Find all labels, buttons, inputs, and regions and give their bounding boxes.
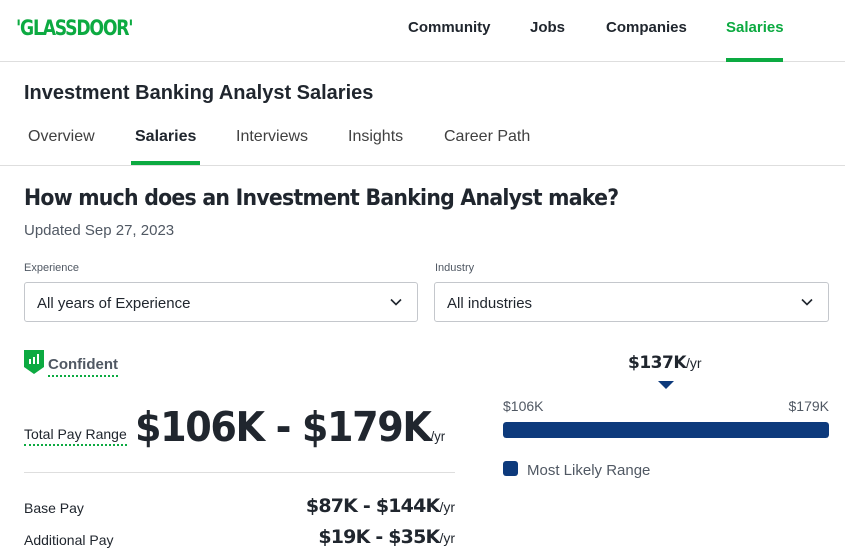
tab-career-path[interactable]: Career Path xyxy=(444,128,530,146)
confidence-label[interactable]: Confident xyxy=(48,356,118,377)
industry-select[interactable]: All industries xyxy=(434,282,829,322)
industry-value: All industries xyxy=(447,295,533,312)
job-subheader: Investment Banking Analyst Salaries Over… xyxy=(0,62,845,166)
median-marker-triangle xyxy=(658,381,674,389)
experience-value: All years of Experience xyxy=(37,295,191,312)
range-min-label: $106K xyxy=(503,398,544,414)
tab-interviews[interactable]: Interviews xyxy=(236,128,308,146)
divider xyxy=(24,472,455,473)
chevron-down-icon xyxy=(801,298,813,306)
nav-jobs[interactable]: Jobs xyxy=(530,19,565,36)
base-pay-value: $87K - $144K/yr xyxy=(306,495,455,517)
additional-pay-label: Additional Pay xyxy=(24,532,114,548)
industry-label: Industry xyxy=(435,262,475,274)
top-navigation-bar: 'GLASSDOOR' Community Jobs Companies Sal… xyxy=(0,0,845,62)
experience-select[interactable]: All years of Experience xyxy=(24,282,418,322)
per-year-unit: /yr xyxy=(686,355,702,371)
pay-range-bar xyxy=(503,422,829,438)
nav-community[interactable]: Community xyxy=(408,19,491,36)
base-pay-label: Base Pay xyxy=(24,500,84,516)
per-year-unit: /yr xyxy=(439,499,455,515)
legend-label: Most Likely Range xyxy=(527,462,651,479)
base-pay-amount: $87K - $144K xyxy=(305,495,440,517)
most-likely-range-fill xyxy=(503,422,829,438)
per-year-unit: /yr xyxy=(439,530,455,546)
tab-overview[interactable]: Overview xyxy=(28,128,95,146)
bar-chart-shield-icon xyxy=(24,350,44,374)
chevron-down-icon xyxy=(390,298,402,306)
additional-pay-amount: $19K - $35K xyxy=(318,526,440,548)
updated-date: Updated Sep 27, 2023 xyxy=(24,222,175,239)
legend-swatch xyxy=(503,461,518,476)
glassdoor-logo[interactable]: 'GLASSDOOR' xyxy=(16,16,134,40)
salary-question-heading: How much does an Investment Banking Anal… xyxy=(24,186,619,211)
active-tab-indicator xyxy=(131,161,200,165)
experience-label: Experience xyxy=(24,262,80,274)
median-pay: $137K/yr xyxy=(628,353,702,373)
total-pay-amount: $106K - $179K xyxy=(135,403,432,451)
nav-salaries[interactable]: Salaries xyxy=(726,19,784,36)
per-year-unit: /yr xyxy=(430,428,446,444)
page-title: Investment Banking Analyst Salaries xyxy=(24,82,374,104)
additional-pay-value: $19K - $35K/yr xyxy=(318,526,455,548)
tab-insights[interactable]: Insights xyxy=(348,128,403,146)
median-amount: $137K xyxy=(628,353,687,373)
nav-companies[interactable]: Companies xyxy=(606,19,687,36)
tab-salaries[interactable]: Salaries xyxy=(135,128,196,146)
range-max-label: $179K xyxy=(788,398,829,414)
total-pay-range-label[interactable]: Total Pay Range xyxy=(24,426,127,446)
total-pay-range-value: $106K - $179K/yr xyxy=(135,403,445,451)
